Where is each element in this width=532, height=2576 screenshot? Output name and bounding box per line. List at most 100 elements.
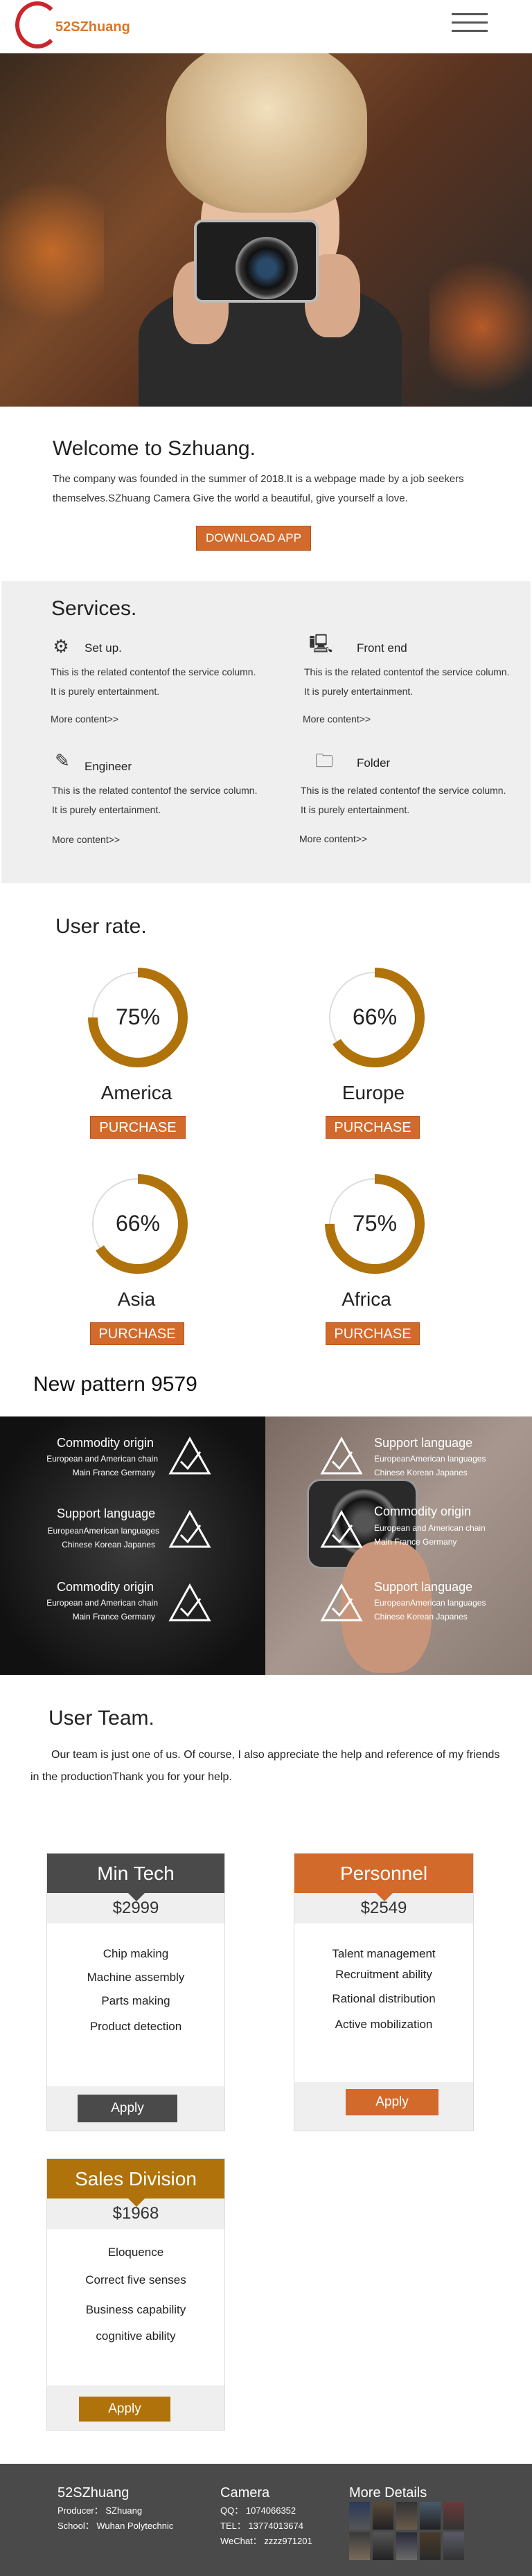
user-team-title: User Team.	[48, 1707, 154, 1730]
rate-percent: 75%	[352, 1211, 398, 1236]
edit-icon: ✎	[55, 750, 70, 771]
service-desc: This is the related contentof the servic…	[301, 785, 506, 815]
pattern-heading: Support language	[374, 1436, 473, 1450]
card-item: Recruitment ability	[335, 1968, 432, 1981]
logo-ring	[15, 1, 60, 48]
footer-thumbnail[interactable]	[349, 2502, 370, 2530]
service-name: Front end	[357, 641, 407, 655]
rate-region: Europe	[342, 1082, 405, 1103]
pattern-line: European and American chain	[46, 1598, 158, 1608]
footer-thumbnail[interactable]	[349, 2532, 370, 2560]
service-more-link[interactable]: More content>>	[299, 833, 367, 844]
pattern-line: European and American chain	[46, 1454, 158, 1464]
footer-thumbnail[interactable]	[396, 2502, 417, 2530]
pattern-line: Chinese Korean Japanes	[374, 1468, 468, 1477]
service-more-link[interactable]: More content>>	[303, 713, 371, 725]
pattern-line: Main France Germany	[72, 1468, 155, 1477]
hamburger-icon[interactable]	[452, 7, 488, 42]
footer-thumbnail[interactable]	[420, 2532, 441, 2560]
footer-line: School： Wuhan Polytechnic	[57, 2521, 174, 2531]
footer-line: TEL： 13774013674	[220, 2521, 303, 2531]
card-item: Active mobilization	[335, 2018, 433, 2031]
service-name: Engineer	[85, 760, 132, 773]
pattern-line: Chinese Korean Japanes	[374, 1612, 468, 1622]
footer-thumbnail[interactable]	[443, 2502, 464, 2530]
apply-button[interactable]: Apply	[78, 2095, 177, 2122]
purchase-button[interactable]: PURCHASE	[90, 1322, 184, 1345]
pattern-heading: Commodity origin	[374, 1504, 472, 1518]
card-arrow	[128, 1893, 145, 1901]
card-title: Min Tech	[47, 1854, 224, 1893]
pattern-line: EuropeanAmerican languages	[374, 1598, 486, 1608]
team-card-personnel: Personnel $2549 Talent management Recrui…	[294, 1853, 474, 2131]
rate-region: Asia	[117, 1288, 156, 1310]
gear-icon: ⚙	[53, 636, 69, 657]
pattern-line: EuropeanAmerican languages	[47, 1526, 159, 1536]
card-item: Parts making	[101, 1994, 170, 2007]
checkmark-triangle-icon	[320, 1510, 363, 1548]
pattern-heading: Support language	[57, 1507, 156, 1520]
card-title: Sales Division	[47, 2159, 224, 2199]
card-arrow	[128, 2199, 145, 2207]
pattern-line: Chinese Korean Japanes	[62, 1540, 155, 1549]
logo-text[interactable]: 52SZhuang	[55, 19, 130, 35]
card-item: Eloquence	[107, 2246, 164, 2259]
service-desc: This is the related contentof the servic…	[304, 666, 510, 697]
checkmark-triangle-icon	[320, 1437, 363, 1475]
site-footer: 52SZhuang Producer： SZhuang School： Wuha…	[0, 2464, 532, 2576]
checkmark-triangle-icon	[168, 1437, 211, 1475]
pattern-heading: Commodity origin	[57, 1436, 154, 1450]
apply-button[interactable]: Apply	[79, 2397, 170, 2422]
service-name: Folder	[357, 756, 391, 770]
pattern-heading: Support language	[374, 1580, 473, 1594]
service-more-link[interactable]: More content>>	[52, 834, 120, 845]
hero-image	[0, 53, 532, 407]
site-header: 52SZhuang	[0, 0, 532, 53]
footer-line: QQ： 1074066352	[220, 2505, 296, 2516]
footer-thumbnail[interactable]	[373, 2532, 393, 2560]
pattern-line: European and American chain	[374, 1523, 486, 1533]
footer-thumbnail[interactable]	[443, 2532, 464, 2560]
welcome-title: Welcome to Szhuang.	[53, 437, 256, 460]
service-name: Set up.	[85, 641, 122, 655]
footer-thumbnail[interactable]	[420, 2502, 441, 2530]
card-arrow	[376, 1893, 393, 1901]
apply-button[interactable]: Apply	[346, 2089, 438, 2115]
download-app-button[interactable]: DOWNLOAD APP	[196, 526, 311, 551]
service-desc: This is the related contentof the servic…	[52, 785, 258, 815]
card-item: Chip making	[103, 1947, 169, 1960]
user-rate-title: User rate.	[55, 915, 147, 938]
card-item: cognitive ability	[96, 2329, 176, 2343]
purchase-button[interactable]: PURCHASE	[90, 1116, 186, 1139]
checkmark-triangle-icon	[320, 1583, 363, 1622]
footer-thumbnail[interactable]	[373, 2502, 393, 2530]
card-item: Rational distribution	[332, 1992, 436, 2005]
service-more-link[interactable]: More content>>	[51, 713, 118, 725]
card-item: Talent management	[332, 1947, 436, 1960]
rate-percent: 75%	[115, 1004, 161, 1029]
footer-thumbnail[interactable]	[396, 2532, 417, 2560]
purchase-button[interactable]: PURCHASE	[326, 1322, 420, 1345]
card-item: Correct five senses	[85, 2273, 186, 2286]
rate-region: Africa	[342, 1288, 391, 1310]
team-card-min-tech: Min Tech $2999 Chip making Machine assem…	[46, 1853, 225, 2131]
pattern-heading: Commodity origin	[57, 1580, 154, 1594]
user-team-text: Our team is just one of us. Of course, I…	[30, 1749, 500, 1783]
pattern-line: Main France Germany	[72, 1612, 155, 1622]
folder-icon: 🗀	[314, 750, 333, 771]
footer-line: Producer： SZhuang	[57, 2505, 143, 2516]
footer-title: 52SZhuang	[57, 2485, 130, 2501]
checkmark-triangle-icon	[168, 1510, 211, 1548]
welcome-text: The company was founded in the summer of…	[53, 473, 464, 504]
purchase-button[interactable]: PURCHASE	[326, 1116, 420, 1139]
footer-title: Camera	[220, 2485, 270, 2501]
team-card-sales-division: Sales Division $1968 Eloquence Correct f…	[46, 2158, 225, 2431]
pattern-line: EuropeanAmerican languages	[374, 1454, 486, 1464]
rate-percent: 66%	[352, 1004, 398, 1029]
card-item: Business capability	[85, 2303, 186, 2316]
card-item: Product detection	[89, 2020, 182, 2033]
new-pattern-title: New pattern 9579	[33, 1373, 197, 1396]
checkmark-triangle-icon	[168, 1583, 211, 1622]
footer-title: More Details	[349, 2485, 427, 2501]
services-title: Services.	[51, 597, 137, 620]
